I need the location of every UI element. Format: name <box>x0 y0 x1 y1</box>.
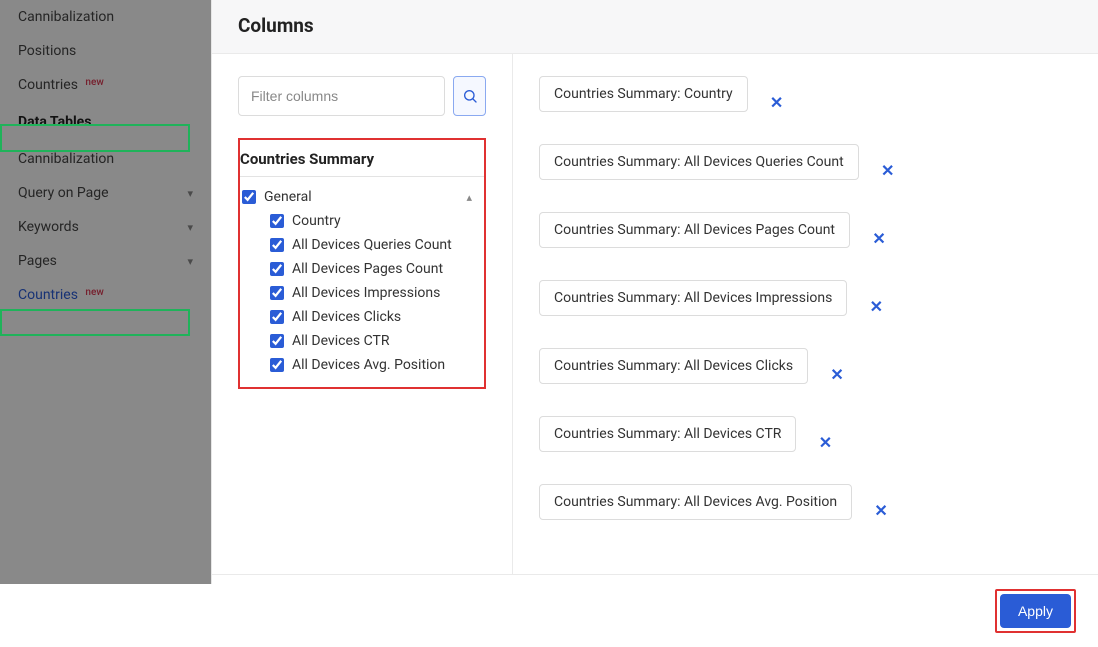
remove-chip-icon[interactable]: ✕ <box>868 227 890 249</box>
remove-chip-icon[interactable]: ✕ <box>814 431 836 453</box>
page-title: Columns <box>238 14 1072 37</box>
sidebar-item-countries[interactable]: Countries new <box>0 278 211 312</box>
sidebar-item-cannibalization[interactable]: Cannibalization <box>0 142 211 176</box>
chip-label: Countries Summary: All Devices Avg. Posi… <box>554 494 837 510</box>
sidebar-item-label: Pages <box>18 253 57 269</box>
checkbox-general[interactable] <box>242 190 256 204</box>
selected-column-chip[interactable]: Countries Summary: All Devices Queries C… <box>539 144 859 180</box>
remove-chip-icon[interactable]: ✕ <box>766 91 788 113</box>
tree-node-column[interactable]: All Devices Clicks <box>270 305 478 329</box>
sidebar-item-label: Keywords <box>18 219 79 235</box>
new-badge: new <box>85 77 103 88</box>
tree-node-column[interactable]: All Devices Queries Count <box>270 233 478 257</box>
checkbox-column[interactable] <box>270 310 284 324</box>
tree-node-label: Country <box>292 213 341 229</box>
selected-column-chip[interactable]: Countries Summary: All Devices Impressio… <box>539 280 847 316</box>
selected-column-chip[interactable]: Countries Summary: All Devices Pages Cou… <box>539 212 850 248</box>
tree-node-label: All Devices Pages Count <box>292 261 443 277</box>
selected-column-chip[interactable]: Countries Summary: Country <box>539 76 748 112</box>
sidebar-item-label: Countries <box>18 287 78 303</box>
new-badge: new <box>85 287 103 298</box>
checkbox-column[interactable] <box>270 358 284 372</box>
checkbox-column[interactable] <box>270 214 284 228</box>
sidebar-item-label: Countries <box>18 77 78 93</box>
remove-chip-icon[interactable]: ✕ <box>865 295 887 317</box>
chip-label: Countries Summary: All Devices Pages Cou… <box>554 222 835 238</box>
chevron-up-icon[interactable]: ▴ <box>466 191 472 204</box>
sidebar-item-keywords[interactable]: Keywords ▾ <box>0 210 211 244</box>
remove-chip-icon[interactable]: ✕ <box>877 159 899 181</box>
checkbox-column[interactable] <box>270 262 284 276</box>
tree-group-title: Countries Summary <box>240 140 484 176</box>
checkbox-column[interactable] <box>270 286 284 300</box>
chevron-down-icon: ▾ <box>187 187 193 200</box>
chevron-down-icon: ▾ <box>187 255 193 268</box>
remove-chip-icon[interactable]: ✕ <box>826 363 848 385</box>
chip-label: Countries Summary: Country <box>554 86 733 102</box>
tree-node-column[interactable]: All Devices Pages Count <box>270 257 478 281</box>
sidebar-item-label: Query on Page <box>18 185 109 201</box>
column-tree-highlight: Countries Summary General ▴ Country All D… <box>238 138 486 389</box>
chip-label: Countries Summary: All Devices Impressio… <box>554 290 832 306</box>
sidebar-item-label: Cannibalization <box>18 151 114 167</box>
chip-label: Countries Summary: All Devices CTR <box>554 426 781 442</box>
sidebar-item-cannibalization-top[interactable]: Cannibalization <box>0 0 211 34</box>
tree-node-label: General <box>264 189 312 205</box>
highlight-box: Apply <box>995 589 1076 633</box>
remove-chip-icon[interactable]: ✕ <box>870 499 892 521</box>
sidebar-section-header: Data Tables <box>0 102 211 142</box>
chip-label: Countries Summary: All Devices Clicks <box>554 358 793 374</box>
sidebar: Cannibalization Positions Countries new … <box>0 0 212 584</box>
selected-column-chip[interactable]: Countries Summary: All Devices Clicks <box>539 348 808 384</box>
chevron-down-icon: ▾ <box>187 221 193 234</box>
tree-node-label: All Devices Queries Count <box>292 237 452 253</box>
checkbox-column[interactable] <box>270 238 284 252</box>
search-button[interactable] <box>453 76 486 116</box>
tree-node-column[interactable]: All Devices Impressions <box>270 281 478 305</box>
modal-header: Columns <box>212 0 1098 54</box>
tree-node-label: All Devices Clicks <box>292 309 401 325</box>
apply-button[interactable]: Apply <box>1000 594 1071 628</box>
sidebar-item-positions[interactable]: Positions <box>0 34 211 68</box>
tree-node-label: All Devices CTR <box>292 333 389 349</box>
search-icon <box>462 88 478 104</box>
selected-column-chip[interactable]: Countries Summary: All Devices Avg. Posi… <box>539 484 852 520</box>
checkbox-column[interactable] <box>270 334 284 348</box>
selected-column-chip[interactable]: Countries Summary: All Devices CTR <box>539 416 796 452</box>
tree-node-column[interactable]: Country <box>270 209 478 233</box>
sidebar-item-pages[interactable]: Pages ▾ <box>0 244 211 278</box>
tree-node-label: All Devices Avg. Position <box>292 357 445 373</box>
sidebar-item-countries-top[interactable]: Countries new <box>0 68 211 102</box>
tree-node-column[interactable]: All Devices Avg. Position <box>270 353 478 377</box>
filter-columns-input[interactable] <box>238 76 445 116</box>
tree-node-label: All Devices Impressions <box>292 285 440 301</box>
highlight-box <box>0 309 190 336</box>
tree-node-general[interactable]: General ▴ <box>242 185 478 209</box>
tree-node-column[interactable]: All Devices CTR <box>270 329 478 353</box>
sidebar-item-label: Positions <box>18 43 76 59</box>
sidebar-item-label: Cannibalization <box>18 9 114 25</box>
sidebar-item-query-on-page[interactable]: Query on Page ▾ <box>0 176 211 210</box>
chip-label: Countries Summary: All Devices Queries C… <box>554 154 844 170</box>
